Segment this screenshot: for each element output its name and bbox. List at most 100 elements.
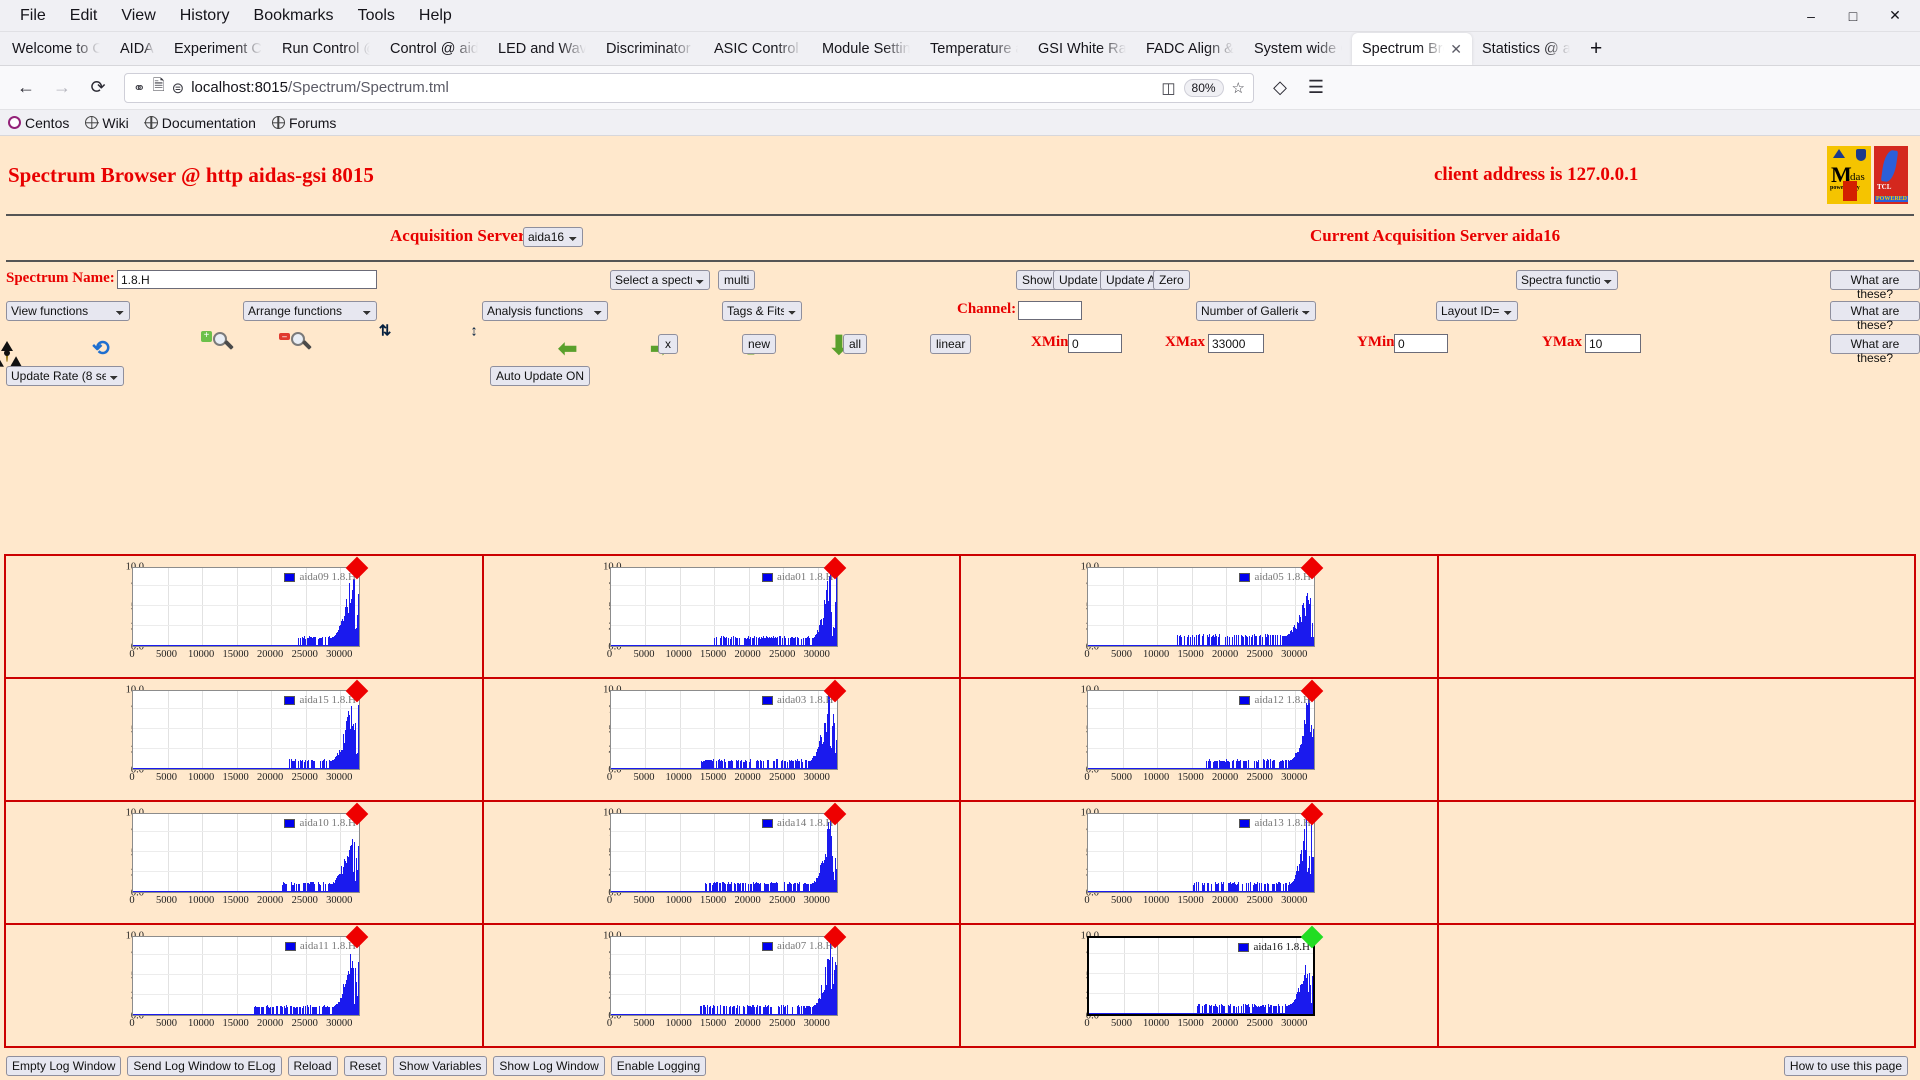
plot-area[interactable]: aida16 1.8.H xyxy=(1087,936,1315,1016)
layout-id-dropdown[interactable]: Layout ID=5 xyxy=(1436,301,1518,321)
update-rate-dropdown[interactable]: Update Rate (8 secs) xyxy=(6,366,124,386)
plot-area[interactable]: aida09 1.8.H xyxy=(132,567,360,647)
log-button-empty-log-window[interactable]: Empty Log Window xyxy=(6,1056,122,1076)
log-button-reload[interactable]: Reload xyxy=(287,1056,338,1076)
menu-item-history[interactable]: History xyxy=(168,4,242,28)
pocket-icon[interactable]: ◇ xyxy=(1264,72,1296,104)
plot-area[interactable]: aida07 1.8.H xyxy=(609,936,838,1016)
log-button-enable-logging[interactable]: Enable Logging xyxy=(610,1056,707,1076)
gallery-cell[interactable]: 0.02.55.07.510.0050001000015000200002500… xyxy=(6,925,484,1048)
gallery-cell[interactable]: 0.02.55.07.510.0050001000015000200002500… xyxy=(6,679,484,800)
multi-button[interactable]: multi xyxy=(718,270,756,290)
spectra-functions-dropdown[interactable]: Spectra functions xyxy=(1516,270,1618,290)
gallery-cell[interactable]: 0.02.55.07.510.0050001000015000200002500… xyxy=(961,925,1439,1048)
log-button-show-log-window[interactable]: Show Log Window xyxy=(493,1056,605,1076)
plot-area[interactable]: aida15 1.8.H xyxy=(132,690,360,770)
linear-button[interactable]: linear xyxy=(930,334,972,354)
spectrum-plot[interactable]: 0.02.55.07.510.0050001000015000200002500… xyxy=(562,679,852,799)
tab-close-icon[interactable]: ✕ xyxy=(1450,41,1462,58)
acquisition-server-select[interactable]: aida16 xyxy=(523,227,583,247)
gallery-cell[interactable]: 0.02.55.07.510.0050001000015000200002500… xyxy=(484,802,961,923)
arrow-left-icon[interactable]: ⬅ xyxy=(558,337,584,363)
select-spectrum-dropdown[interactable]: Select a spectrum xyxy=(610,270,710,290)
browser-tab[interactable]: Experiment Con xyxy=(164,33,272,65)
plot-area[interactable]: aida05 1.8.H xyxy=(1087,567,1315,647)
what-are-these-button-1[interactable]: What are these? xyxy=(1830,270,1920,301)
reader-view-icon[interactable]: ◫ xyxy=(1161,79,1175,97)
what-are-these-button-3[interactable]: What are these? xyxy=(1830,334,1920,365)
minimize-icon[interactable]: – xyxy=(1790,1,1832,31)
update-button[interactable]: Update xyxy=(1053,270,1104,290)
xmin-input[interactable] xyxy=(1068,334,1122,353)
menu-item-tools[interactable]: Tools xyxy=(346,4,407,28)
gallery-cell-empty[interactable] xyxy=(1439,925,1915,1048)
reload-icon[interactable]: ⟳ xyxy=(82,72,114,104)
browser-tab[interactable]: LED and Wavefo xyxy=(488,33,596,65)
gallery-cell-empty[interactable] xyxy=(1439,679,1915,800)
browser-tab[interactable]: Welcome to Cen xyxy=(2,33,110,65)
view-functions-dropdown[interactable]: View functions xyxy=(6,301,130,321)
zero-button[interactable]: Zero xyxy=(1153,270,1190,290)
close-icon[interactable]: ✕ xyxy=(1874,1,1916,31)
gallery-cell[interactable]: 0.02.55.07.510.0050001000015000200002500… xyxy=(961,556,1439,677)
expand-vertical-icon[interactable]: ⇅ xyxy=(379,324,411,358)
browser-tab[interactable]: Module Settings xyxy=(812,33,920,65)
browser-tab[interactable]: Control @ aidas xyxy=(380,33,488,65)
browser-tab[interactable]: Statistics @ aida xyxy=(1472,33,1580,65)
plot-area[interactable]: aida13 1.8.H xyxy=(1087,813,1315,893)
log-button-reset[interactable]: Reset xyxy=(343,1056,387,1076)
back-icon[interactable]: ← xyxy=(10,72,42,104)
maximize-icon[interactable]: □ xyxy=(1832,1,1874,31)
show-button[interactable]: Show xyxy=(1016,270,1059,290)
plot-area[interactable]: aida01 1.8.H xyxy=(609,567,838,647)
xmax-input[interactable] xyxy=(1208,334,1264,353)
menu-item-bookmarks[interactable]: Bookmarks xyxy=(242,4,346,28)
spectrum-plot[interactable]: 0.02.55.07.510.0050001000015000200002500… xyxy=(84,679,374,799)
what-are-these-button-2[interactable]: What are these? xyxy=(1830,301,1920,332)
x-button[interactable]: x xyxy=(658,334,678,354)
spectrum-name-input[interactable] xyxy=(117,270,377,289)
zoom-level-badge[interactable]: 80% xyxy=(1183,78,1224,97)
plot-area[interactable]: aida11 1.8.H xyxy=(132,936,360,1016)
spectrum-plot[interactable]: 0.02.55.07.510.0050001000015000200002500… xyxy=(84,925,374,1045)
spectrum-plot[interactable]: 0.02.55.07.510.0050001000015000200002500… xyxy=(1039,556,1329,676)
refresh-icon[interactable]: ⟲ xyxy=(92,336,118,362)
plot-area[interactable]: aida12 1.8.H xyxy=(1087,690,1315,770)
zoom-out-icon[interactable]: – xyxy=(279,331,316,357)
zoom-in-icon[interactable]: + xyxy=(201,331,238,357)
spectrum-plot[interactable]: 0.02.55.07.510.0050001000015000200002500… xyxy=(1039,679,1329,799)
gallery-cell-empty[interactable] xyxy=(1439,556,1915,677)
ymin-input[interactable] xyxy=(1394,334,1448,353)
analysis-functions-dropdown[interactable]: Analysis functions xyxy=(482,301,608,321)
menu-item-view[interactable]: View xyxy=(109,4,167,28)
gallery-cell[interactable]: 0.02.55.07.510.0050001000015000200002500… xyxy=(961,679,1439,800)
browser-tab[interactable]: Discriminator co xyxy=(596,33,704,65)
gallery-cell-empty[interactable] xyxy=(1439,802,1915,923)
menu-item-help[interactable]: Help xyxy=(407,4,464,28)
ymax-input[interactable] xyxy=(1585,334,1641,353)
spectrum-plot[interactable]: 0.02.55.07.510.0050001000015000200002500… xyxy=(1039,802,1329,922)
new-button[interactable]: new xyxy=(742,334,777,354)
spectrum-plot[interactable]: 0.02.55.07.510.0050001000015000200002500… xyxy=(84,556,374,676)
new-tab-icon[interactable]: + xyxy=(1580,37,1612,65)
browser-tab-active[interactable]: Spectrum Brow ✕ xyxy=(1352,33,1472,65)
gallery-cell[interactable]: 0.02.55.07.510.0050001000015000200002500… xyxy=(961,802,1439,923)
all-button[interactable]: all xyxy=(843,334,868,354)
url-bar[interactable]: ⚭ 🗎 ⊜ localhost:8015/Spectrum/Spectrum.t… xyxy=(124,72,1254,103)
bookmark-forums[interactable]: Forums xyxy=(271,115,336,131)
number-of-galleries-dropdown[interactable]: Number of Galleries xyxy=(1196,301,1316,321)
bookmark-centos[interactable]: Centos xyxy=(8,115,69,131)
menu-item-file[interactable]: File xyxy=(8,4,58,28)
menu-item-edit[interactable]: Edit xyxy=(58,4,110,28)
browser-tab[interactable]: FADC Align & C xyxy=(1136,33,1244,65)
how-to-use-button[interactable]: How to use this page xyxy=(1783,1056,1908,1076)
app-menu-icon[interactable]: ☰ xyxy=(1300,72,1332,104)
gallery-cell[interactable]: 0.02.55.07.510.0050001000015000200002500… xyxy=(6,556,484,677)
gallery-cell[interactable]: 0.02.55.07.510.0050001000015000200002500… xyxy=(484,925,961,1048)
spectrum-plot[interactable]: 0.02.55.07.510.0050001000015000200002500… xyxy=(84,802,374,922)
plot-area[interactable]: aida10 1.8.H xyxy=(132,813,360,893)
spectrum-plot[interactable]: 0.02.55.07.510.0050001000015000200002500… xyxy=(562,802,852,922)
tags-and-fits-dropdown[interactable]: Tags & Fits xyxy=(722,301,802,321)
forward-icon[interactable]: → xyxy=(46,72,78,104)
bookmark-wiki[interactable]: Wiki xyxy=(85,115,129,131)
